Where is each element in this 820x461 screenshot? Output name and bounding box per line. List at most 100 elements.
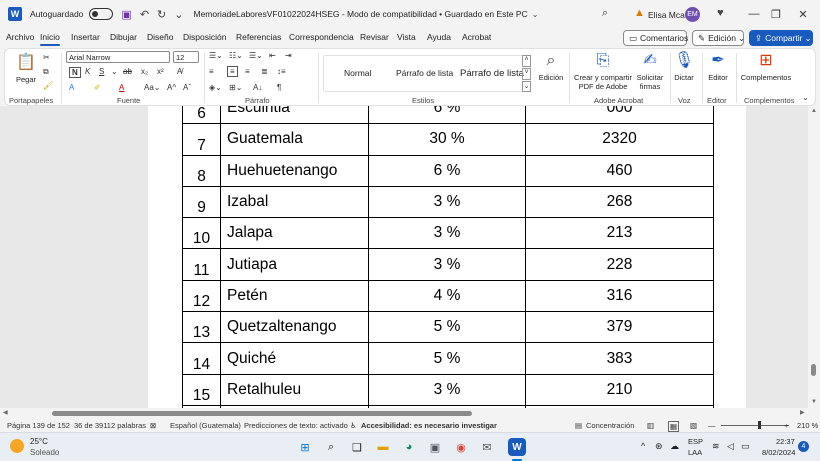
- close-button[interactable]: ✕: [786, 0, 820, 28]
- tab-diseno[interactable]: Diseño: [147, 32, 173, 42]
- dictate-button[interactable]: 🎙 Dictar: [673, 51, 695, 82]
- font-color-icon[interactable]: A: [119, 83, 124, 92]
- store-icon[interactable]: ▣: [426, 438, 444, 456]
- font-size-field[interactable]: 12: [173, 51, 199, 63]
- avatar[interactable]: EM: [685, 7, 700, 22]
- line-spacing-icon[interactable]: ↕≡: [277, 67, 286, 76]
- document-page[interactable]: 6 Escuintla 6 % 000 7 Guatemala 30 % 232…: [148, 106, 746, 408]
- notification-badge[interactable]: 4: [798, 441, 809, 452]
- change-case-icon[interactable]: Aa⌄: [144, 83, 161, 92]
- weather-condition[interactable]: Soleado: [30, 448, 59, 457]
- tab-insertar[interactable]: Insertar: [71, 32, 100, 42]
- vertical-scroll-thumb[interactable]: [811, 364, 816, 376]
- tab-revisar[interactable]: Revisar: [360, 32, 389, 42]
- addins-button[interactable]: ⊞ Complementos: [739, 51, 793, 82]
- tab-inicio[interactable]: Inicio: [40, 32, 60, 46]
- zoom-in-icon[interactable]: +: [784, 421, 788, 430]
- proofing-icon[interactable]: ⊠: [150, 421, 156, 430]
- title-dropdown-icon[interactable]: ⌄: [532, 10, 539, 19]
- align-center-icon[interactable]: ≡: [227, 66, 238, 77]
- task-view-icon[interactable]: ❏: [348, 438, 366, 456]
- scroll-down-icon[interactable]: ▼: [811, 399, 817, 405]
- cloud-icon[interactable]: ☁: [670, 441, 679, 452]
- warning-icon[interactable]: ▲: [634, 7, 645, 19]
- italic-icon[interactable]: K: [85, 67, 90, 76]
- numbering-icon[interactable]: ☷⌄: [229, 51, 243, 60]
- clock-time[interactable]: 22:37: [776, 437, 795, 446]
- windows-start-icon[interactable]: ⊞: [296, 438, 314, 456]
- collapse-ribbon-icon[interactable]: ⌄: [802, 93, 809, 102]
- highlight-icon[interactable]: ✐: [94, 83, 101, 92]
- styles-more-icon[interactable]: ⌄: [522, 81, 531, 92]
- share-button[interactable]: ⇪ Compartir ⌄: [749, 30, 813, 46]
- word-count[interactable]: 36 de 39112 palabras: [74, 421, 146, 430]
- mail-icon[interactable]: ✉: [478, 438, 496, 456]
- search-icon[interactable]: ⌕: [322, 438, 340, 456]
- user-name[interactable]: Elisa Mcal: [648, 10, 687, 20]
- wifi-icon[interactable]: ≋: [712, 441, 720, 452]
- comments-button[interactable]: ▭ Comentarios: [623, 30, 688, 46]
- sun-weather-icon[interactable]: [10, 439, 24, 453]
- styles-gallery[interactable]: Normal Párrafo de lista Párrafo de lista: [323, 55, 531, 92]
- bold-icon[interactable]: N: [69, 67, 81, 78]
- font-name-field[interactable]: Arial Narrow: [66, 51, 170, 63]
- underline-icon[interactable]: S: [99, 67, 104, 76]
- tab-vista[interactable]: Vista: [397, 32, 416, 42]
- search-icon[interactable]: ⌕: [602, 7, 608, 20]
- bullets-icon[interactable]: ☰⌄: [209, 51, 223, 60]
- editing-button[interactable]: ⌕ Edición: [536, 51, 566, 82]
- edge-icon[interactable]: ◕: [400, 438, 418, 456]
- document-area[interactable]: 6 Escuintla 6 % 000 7 Guatemala 30 % 232…: [0, 106, 808, 408]
- temperature[interactable]: 25°C: [30, 437, 48, 446]
- pilcrow-icon[interactable]: ¶: [277, 83, 281, 92]
- justify-icon[interactable]: ≣: [261, 67, 268, 76]
- copy-icon[interactable]: ⧉: [43, 67, 49, 77]
- tab-disposicion[interactable]: Disposición: [183, 32, 226, 42]
- zoom-level[interactable]: 210 %: [797, 421, 818, 430]
- chevron-down-icon[interactable]: ⌄: [111, 67, 118, 76]
- format-painter-icon[interactable]: 🖌: [43, 81, 53, 90]
- tab-ayuda[interactable]: Ayuda: [427, 32, 451, 42]
- text-predictions[interactable]: Predicciones de texto: activado: [244, 421, 348, 430]
- editing-mode-button[interactable]: ✎ Edición ⌄: [692, 30, 745, 46]
- zoom-slider-thumb[interactable]: [758, 421, 761, 429]
- multilevel-list-icon[interactable]: ☰⌄: [249, 51, 263, 60]
- shading-icon[interactable]: ◈⌄: [209, 83, 222, 92]
- chevron-up-icon[interactable]: ^: [641, 441, 645, 451]
- sort-icon[interactable]: A↓: [253, 83, 262, 92]
- page-indicator[interactable]: Página 139 de 152: [7, 421, 70, 430]
- chrome-icon[interactable]: ◉: [452, 438, 470, 456]
- decrease-indent-icon[interactable]: ⇤: [269, 51, 276, 60]
- superscript-icon[interactable]: x²: [157, 67, 164, 76]
- align-left-icon[interactable]: ≡: [209, 67, 214, 76]
- style-normal[interactable]: Normal: [344, 68, 371, 78]
- redo-icon[interactable]: ↻: [157, 8, 166, 21]
- rewards-icon[interactable]: ♥: [717, 7, 724, 19]
- undo-icon[interactable]: ↶: [140, 8, 149, 21]
- location-icon[interactable]: ⊛: [655, 441, 663, 452]
- autosave-toggle[interactable]: [89, 8, 114, 20]
- save-icon[interactable]: ▣: [121, 8, 131, 21]
- keyboard-layout[interactable]: LAA: [688, 448, 702, 457]
- tab-acrobat[interactable]: Acrobat: [462, 32, 491, 42]
- customize-toolbar-icon[interactable]: ⌄: [174, 8, 183, 21]
- clear-format-icon[interactable]: A̸: [177, 67, 182, 76]
- shrink-font-icon[interactable]: Aˇ: [183, 83, 191, 92]
- battery-icon[interactable]: ▭: [741, 441, 750, 452]
- style-list-paragraph[interactable]: Párrafo de lista: [396, 68, 453, 78]
- zoom-slider[interactable]: [721, 425, 789, 426]
- focus-mode[interactable]: Concentración: [586, 421, 634, 430]
- accessibility-status[interactable]: Accesibilidad: es necesario investigar: [361, 421, 497, 430]
- styles-scroll-down-icon[interactable]: ˅: [522, 68, 531, 80]
- tab-correspondencia[interactable]: Correspondencia: [289, 32, 354, 42]
- web-layout-icon[interactable]: ▧: [690, 421, 697, 430]
- styles-scroll-up-icon[interactable]: ˄: [522, 55, 531, 67]
- print-layout-icon[interactable]: ▦: [668, 421, 680, 432]
- cut-icon[interactable]: ✂: [43, 53, 50, 62]
- word-taskbar-icon[interactable]: W: [508, 438, 526, 456]
- text-effects-icon[interactable]: A: [69, 83, 74, 92]
- grow-font-icon[interactable]: A^: [167, 83, 176, 92]
- request-signatures-button[interactable]: ✍ Solicitar firmas: [633, 51, 667, 91]
- zoom-out-icon[interactable]: —: [708, 421, 716, 430]
- style-list-paragraph-2[interactable]: Párrafo de lista: [460, 68, 524, 79]
